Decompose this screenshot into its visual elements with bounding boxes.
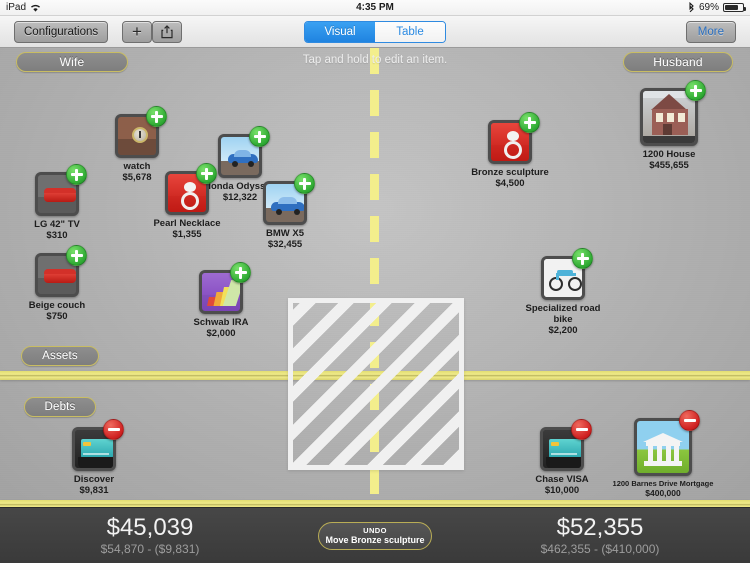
item-road-bike[interactable]: Specialized road bike $2,200 xyxy=(515,248,611,336)
item-value: $10,000 xyxy=(544,485,580,496)
add-badge[interactable] xyxy=(294,173,315,194)
battery-icon xyxy=(723,3,746,12)
item-1200-house[interactable]: 1200 House $455,655 xyxy=(621,80,717,171)
item-name: Schwab IRA xyxy=(193,317,249,328)
item-tile xyxy=(488,112,540,164)
add-badge[interactable] xyxy=(519,112,540,133)
bluetooth-icon xyxy=(688,2,695,13)
owner-label-husband[interactable]: Husband xyxy=(623,52,733,72)
add-badge[interactable] xyxy=(66,164,87,185)
remove-badge[interactable] xyxy=(571,419,592,440)
item-value: $4,500 xyxy=(495,178,525,189)
item-tile xyxy=(115,106,167,158)
section-label-assets[interactable]: Assets xyxy=(21,346,99,366)
item-discover[interactable]: Discover $9,831 xyxy=(46,419,142,496)
item-pearl-necklace[interactable]: Pearl Necklace $1,355 xyxy=(139,163,235,240)
visual-board[interactable]: Tap and hold to edit an item. Wife Husba… xyxy=(0,48,750,509)
status-right: 69% xyxy=(688,2,746,13)
item-value: $750 xyxy=(46,311,68,322)
item-value: $2,000 xyxy=(206,328,236,339)
add-badge[interactable] xyxy=(230,262,251,283)
share-button[interactable] xyxy=(152,20,182,43)
item-tile xyxy=(199,262,251,314)
item-tile xyxy=(35,164,87,216)
item-name: 1200 House xyxy=(642,149,696,160)
net-total-husband: $52,355 $462,355 - ($410,000) xyxy=(450,514,750,557)
tab-table[interactable]: Table xyxy=(375,21,445,42)
remove-badge[interactable] xyxy=(679,410,700,431)
drop-target-zone[interactable] xyxy=(288,298,464,470)
item-name: BMW X5 xyxy=(266,228,304,239)
add-badge[interactable] xyxy=(196,163,217,184)
net-total-breakdown: $462,355 - ($410,000) xyxy=(540,542,660,556)
item-value: $310 xyxy=(46,230,68,241)
clock-label: 4:35 PM xyxy=(356,2,394,13)
owner-label-wife[interactable]: Wife xyxy=(16,52,128,72)
summary-footer: $45,039 $54,870 - ($9,831) UNDO Move Bro… xyxy=(0,507,750,563)
undo-title: UNDO xyxy=(363,526,387,535)
item-name: Specialized road bike xyxy=(525,303,601,325)
item-tile xyxy=(165,163,217,215)
undo-button[interactable]: UNDO Move Bronze sculpture xyxy=(318,522,432,550)
undo-action: Move Bronze sculpture xyxy=(325,535,425,545)
item-tile xyxy=(640,80,706,146)
item-lg-tv[interactable]: LG 42" TV $310 xyxy=(9,164,105,241)
item-value: $1,355 xyxy=(172,229,202,240)
item-name: LG 42" TV xyxy=(34,219,80,230)
item-value: $32,455 xyxy=(267,239,303,250)
item-bronze-sculpture[interactable]: Bronze sculpture $4,500 xyxy=(462,112,558,189)
item-tile xyxy=(35,245,87,297)
item-barnes-drive-mortgage[interactable]: 1200 Barnes Drive Mortgage $400,000 xyxy=(608,410,718,499)
more-button[interactable]: More xyxy=(685,20,736,43)
item-name: Pearl Necklace xyxy=(153,218,221,229)
net-total-value: $52,355 xyxy=(556,514,644,541)
app-root: iPad 4:35 PM 69% Configurations + Visual… xyxy=(0,0,750,563)
app-toolbar: Configurations + Visual Table More xyxy=(0,16,750,48)
item-value: $400,000 xyxy=(645,488,681,498)
item-tile xyxy=(541,248,593,300)
add-badge[interactable] xyxy=(249,126,270,147)
net-total-breakdown: $54,870 - ($9,831) xyxy=(100,542,200,556)
item-schwab-ira[interactable]: Schwab IRA $2,000 xyxy=(173,262,269,339)
item-name: Bronze sculpture xyxy=(471,167,549,178)
item-tile xyxy=(263,173,315,225)
battery-percent-label: 69% xyxy=(698,2,719,13)
share-icon xyxy=(161,24,173,39)
add-badge[interactable] xyxy=(572,248,593,269)
item-value: $2,200 xyxy=(548,325,578,336)
item-tile xyxy=(540,419,592,471)
item-bmw-x5[interactable]: BMW X5 $32,455 xyxy=(237,173,333,250)
add-badge[interactable] xyxy=(685,80,706,101)
configurations-button[interactable]: Configurations xyxy=(14,20,109,43)
item-beige-couch[interactable]: Beige couch $750 xyxy=(9,245,105,322)
tab-visual[interactable]: Visual xyxy=(305,21,375,42)
item-chase-visa[interactable]: Chase VISA $10,000 xyxy=(514,419,610,496)
item-name: Chase VISA xyxy=(535,474,589,485)
add-button[interactable]: + xyxy=(122,20,152,43)
item-tile xyxy=(634,410,700,476)
item-value: $455,655 xyxy=(649,160,689,171)
add-badge[interactable] xyxy=(146,106,167,127)
item-tile xyxy=(72,419,124,471)
add-badge[interactable] xyxy=(66,245,87,266)
item-value: $9,831 xyxy=(79,485,109,496)
item-name: 1200 Barnes Drive Mortgage xyxy=(612,479,714,488)
item-name: Discover xyxy=(73,474,115,485)
ios-status-bar: iPad 4:35 PM 69% xyxy=(0,0,750,16)
section-label-debts[interactable]: Debts xyxy=(24,397,96,417)
item-name: Beige couch xyxy=(28,300,86,311)
view-mode-segmented-control[interactable]: Visual Table xyxy=(304,20,446,43)
net-total-value: $45,039 xyxy=(106,514,194,541)
net-total-wife: $45,039 $54,870 - ($9,831) xyxy=(0,514,300,557)
remove-badge[interactable] xyxy=(103,419,124,440)
